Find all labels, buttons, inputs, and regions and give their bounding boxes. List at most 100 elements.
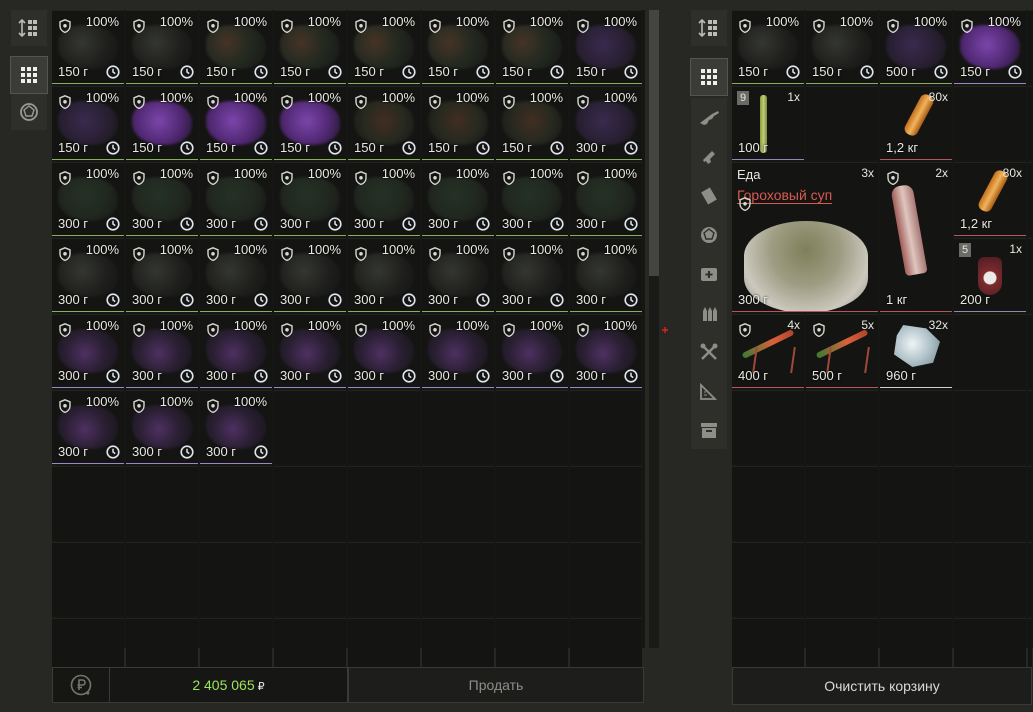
barter-item[interactable]: 100% 300 г xyxy=(496,162,568,236)
empty-slot[interactable] xyxy=(954,542,1026,616)
currency-toggle-button[interactable] xyxy=(52,667,110,703)
empty-slot[interactable] xyxy=(954,314,1026,388)
empty-slot[interactable] xyxy=(806,542,878,616)
empty-slot[interactable] xyxy=(348,466,420,540)
empty-slot[interactable] xyxy=(126,542,198,616)
empty-slot[interactable] xyxy=(200,466,272,540)
empty-slot[interactable] xyxy=(348,390,420,464)
barter-item[interactable]: 100% 300 г xyxy=(52,314,124,388)
barter-item[interactable]: 100% 300 г xyxy=(200,162,272,236)
barter-item[interactable]: 100% 150 г xyxy=(806,10,878,84)
cart-item-ice[interactable]: 32x 960 г xyxy=(880,314,952,388)
barter-item[interactable]: 100% 300 г xyxy=(274,238,346,312)
cart-item-injector[interactable]: 4x 400 г xyxy=(732,314,804,388)
barter-item[interactable]: 100% 300 г xyxy=(570,86,642,160)
empty-slot[interactable] xyxy=(954,86,1026,160)
barter-item[interactable]: 100% 300 г xyxy=(126,390,198,464)
clear-cart-button[interactable]: Очистить корзину xyxy=(732,667,1032,705)
barter-item[interactable]: 100% 150 г xyxy=(126,10,198,84)
barter-item[interactable]: 100% 300 г xyxy=(422,162,494,236)
barter-item[interactable]: 100% 150 г xyxy=(274,10,346,84)
cart-item-shells[interactable]: 80x 1,2 кг xyxy=(954,162,1026,236)
barter-item[interactable]: 100% 300 г xyxy=(126,162,198,236)
empty-slot[interactable] xyxy=(126,466,198,540)
barter-item[interactable]: 100% 150 г xyxy=(348,86,420,160)
empty-slot[interactable] xyxy=(348,542,420,616)
barter-filter-button-right[interactable] xyxy=(691,215,727,254)
barter-item[interactable]: 100% 300 г xyxy=(496,238,568,312)
barter-item[interactable]: 100% 300 г xyxy=(274,314,346,388)
empty-slot[interactable] xyxy=(732,542,804,616)
sell-button[interactable]: Продать xyxy=(348,667,644,703)
gear-filter-button[interactable] xyxy=(691,176,727,215)
empty-slot[interactable] xyxy=(880,466,952,540)
barter-item[interactable]: 100% 150 г xyxy=(274,86,346,160)
empty-slot[interactable] xyxy=(422,542,494,616)
barter-item[interactable]: 100% 150 г xyxy=(52,86,124,160)
ammo-filter-button[interactable] xyxy=(691,293,727,332)
empty-slot[interactable] xyxy=(570,542,642,616)
empty-slot[interactable] xyxy=(200,542,272,616)
empty-slot[interactable] xyxy=(570,390,642,464)
barter-item[interactable]: 100% 150 г xyxy=(348,10,420,84)
barter-item[interactable]: 100% 150 г xyxy=(422,10,494,84)
cart-item-stick[interactable]: 9 1x 100 г xyxy=(732,86,804,160)
weapons-filter-button[interactable] xyxy=(691,98,727,137)
barter-item[interactable]: 100% 300 г xyxy=(126,238,198,312)
empty-slot[interactable] xyxy=(422,390,494,464)
barter-item[interactable]: 100% 300 г xyxy=(200,314,272,388)
barter-filter-button[interactable] xyxy=(11,94,47,130)
barter-item[interactable]: 100% 300 г xyxy=(126,314,198,388)
barter-item[interactable]: 100% 300 г xyxy=(422,314,494,388)
barter-item[interactable]: 100% 300 г xyxy=(274,162,346,236)
empty-slot[interactable] xyxy=(806,86,878,160)
barter-item[interactable]: 100% 300 г xyxy=(52,390,124,464)
barter-item[interactable]: 100% 150 г xyxy=(496,86,568,160)
all-items-filter-button[interactable] xyxy=(10,56,48,94)
barter-item[interactable]: 100% 150 г xyxy=(422,86,494,160)
empty-slot[interactable] xyxy=(422,466,494,540)
stash-scrollbar-thumb[interactable] xyxy=(649,10,659,276)
barter-item[interactable]: 100% 150 г xyxy=(570,10,642,84)
barter-item[interactable]: 100% 300 г xyxy=(52,162,124,236)
barter-item[interactable]: 100% 150 г xyxy=(52,10,124,84)
barter-item[interactable]: 100% 300 г xyxy=(348,162,420,236)
barter-item[interactable]: 100% 300 г xyxy=(496,314,568,388)
empty-slot[interactable] xyxy=(274,390,346,464)
barter-item[interactable]: 100% 300 г xyxy=(570,238,642,312)
barter-item[interactable]: 100% 300 г xyxy=(348,238,420,312)
empty-slot[interactable] xyxy=(52,542,124,616)
medical-filter-button[interactable] xyxy=(691,254,727,293)
barter-item[interactable]: 100% 150 г xyxy=(732,10,804,84)
barter-item[interactable]: 100% 150 г xyxy=(126,86,198,160)
barter-item[interactable]: 100% 150 г xyxy=(954,10,1026,84)
empty-slot[interactable] xyxy=(732,390,804,464)
cart-sort-button[interactable] xyxy=(691,10,727,46)
empty-slot[interactable] xyxy=(496,466,568,540)
empty-slot[interactable] xyxy=(954,466,1026,540)
cart-item-injector[interactable]: 5x 500 г xyxy=(806,314,878,388)
barter-item[interactable]: 100% 300 г xyxy=(348,314,420,388)
barter-item[interactable]: 100% 300 г xyxy=(200,390,272,464)
stash-scrollbar[interactable] xyxy=(649,10,659,648)
barter-item[interactable]: 100% 500 г xyxy=(880,10,952,84)
empty-slot[interactable] xyxy=(52,466,124,540)
info-items-filter-button[interactable] xyxy=(691,371,727,410)
cart-item-soup[interactable]: Еда Гороховый суп 3x 300 г xyxy=(732,162,878,312)
empty-slot[interactable] xyxy=(570,466,642,540)
empty-slot[interactable] xyxy=(274,466,346,540)
barter-item[interactable]: 100% 300 г xyxy=(200,238,272,312)
barter-item[interactable]: 100% 150 г xyxy=(200,86,272,160)
barter-item[interactable]: 100% 300 г xyxy=(422,238,494,312)
barter-item[interactable]: 100% 150 г xyxy=(200,10,272,84)
weapon-parts-filter-button[interactable] xyxy=(691,137,727,176)
barter-item[interactable]: 100% 150 г xyxy=(496,10,568,84)
empty-slot[interactable] xyxy=(880,542,952,616)
cart-item-shells[interactable]: 80x 1,2 кг xyxy=(880,86,952,160)
tools-filter-button[interactable] xyxy=(691,332,727,371)
barter-item[interactable]: 100% 300 г xyxy=(570,162,642,236)
containers-filter-button[interactable] xyxy=(691,410,727,449)
barter-item[interactable]: 100% 300 г xyxy=(52,238,124,312)
empty-slot[interactable] xyxy=(274,542,346,616)
cart-all-filter-button[interactable] xyxy=(690,58,728,96)
